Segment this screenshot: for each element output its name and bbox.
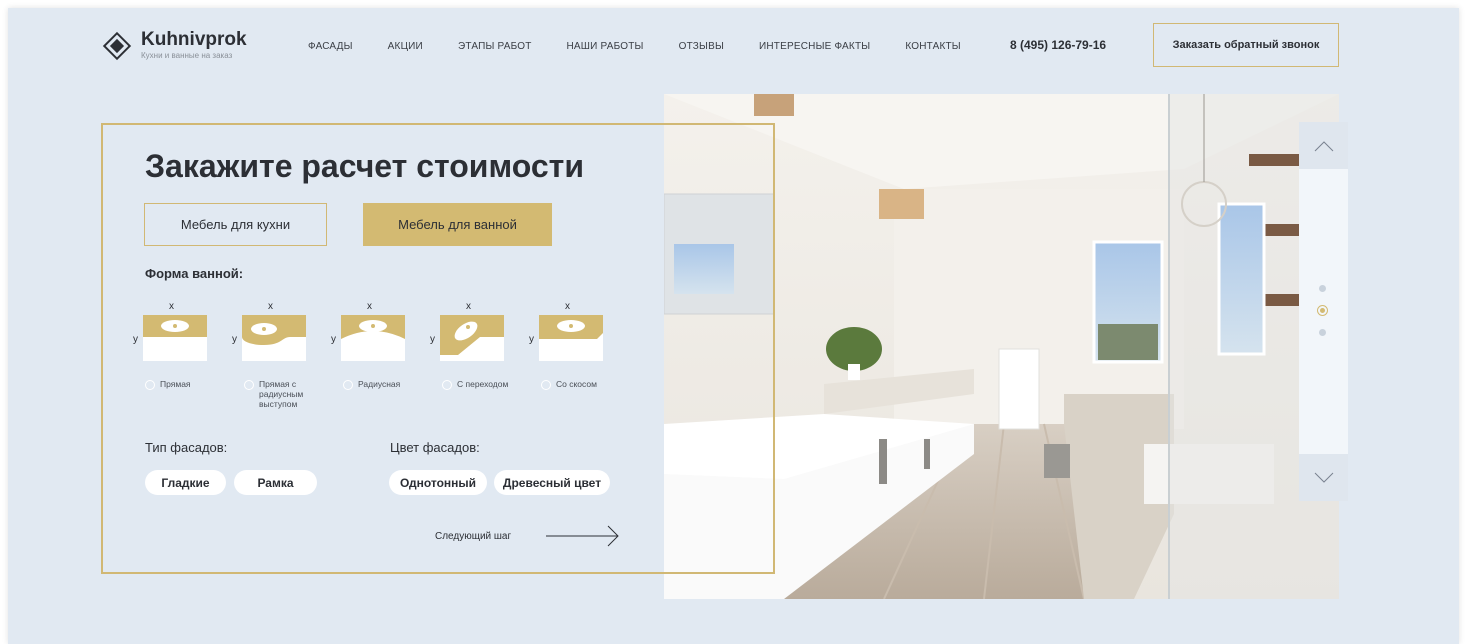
shape-option-label: Радиусная (358, 379, 401, 389)
shape-option-transition[interactable]: С переходом (442, 379, 527, 390)
facade-color-label: Цвет фасадов: (390, 440, 480, 455)
slider-dot[interactable] (1319, 329, 1326, 336)
tab-bath-furniture[interactable]: Мебель для ванной (363, 203, 552, 246)
axis-x-label: x (268, 301, 273, 312)
axis-y-label: y (232, 334, 237, 345)
shape-label: Форма ванной: (145, 266, 244, 281)
radio-icon[interactable] (442, 380, 452, 390)
slider-up-button[interactable] (1299, 122, 1348, 169)
shape-option-label: С переходом (457, 379, 509, 389)
main-nav: ФАСАДЫ АКЦИИ ЭТАПЫ РАБОТ НАШИ РАБОТЫ ОТЗ… (308, 41, 996, 52)
chevron-down-icon (1314, 472, 1333, 483)
facade-color-solid-button[interactable]: Однотонный (389, 470, 487, 495)
axis-x-label: x (466, 301, 471, 312)
slider-down-button[interactable] (1299, 454, 1348, 501)
arrow-right-icon[interactable] (546, 525, 620, 547)
axis-x-label: x (169, 301, 174, 312)
nav-facades[interactable]: ФАСАДЫ (308, 41, 353, 52)
nav-reviews[interactable]: ОТЗЫВЫ (679, 41, 724, 52)
slider-dot-active[interactable] (1317, 305, 1328, 316)
logo-subtitle: Кухни и ванные на заказ (141, 51, 233, 60)
nav-contacts[interactable]: КОНТАКТЫ (905, 41, 961, 52)
axis-y-label: y (331, 334, 336, 345)
phone-number[interactable]: 8 (495) 126-79-16 (1010, 38, 1106, 52)
form-title: Закажите расчет стоимости (145, 148, 584, 184)
facade-type-label: Тип фасадов: (145, 440, 228, 455)
axis-y-label: y (529, 334, 534, 345)
nav-promotions[interactable]: АКЦИИ (388, 41, 423, 52)
shape-option-radius-protrusion[interactable]: Прямая с радиусным выступом (244, 379, 315, 409)
shape-option-label: Прямая (160, 379, 191, 389)
facade-type-frame-button[interactable]: Рамка (234, 470, 317, 495)
radio-icon[interactable] (541, 380, 551, 390)
logo[interactable]: Kuhnivprok Кухни и ванные на заказ (102, 29, 247, 62)
shape-option-label: Прямая с радиусным выступом (259, 379, 304, 409)
axis-y-label: y (133, 334, 138, 345)
nav-interesting-facts[interactable]: ИНТЕРЕСНЫЕ ФАКТЫ (759, 41, 870, 52)
shape-option-straight[interactable]: Прямая (145, 379, 220, 390)
shape-option-label: Со скосом (556, 379, 597, 389)
axis-x-label: x (565, 301, 570, 312)
radio-icon[interactable] (145, 380, 155, 390)
page: Kuhnivprok Кухни и ванные на заказ ФАСАД… (8, 8, 1459, 644)
next-step-link[interactable]: Следующий шаг (435, 531, 511, 542)
chevron-up-icon (1314, 140, 1333, 151)
slider-nav (1299, 122, 1348, 501)
facade-color-wood-button[interactable]: Древесный цвет (494, 470, 610, 495)
radio-icon[interactable] (244, 380, 254, 390)
tab-kitchen-furniture[interactable]: Мебель для кухни (144, 203, 327, 246)
facade-type-smooth-button[interactable]: Гладкие (145, 470, 226, 495)
nav-our-works[interactable]: НАШИ РАБОТЫ (567, 41, 644, 52)
diamond-logo-icon (102, 31, 132, 61)
logo-title: Kuhnivprok (141, 29, 247, 50)
shape-option-radius[interactable]: Радиусная (343, 379, 428, 390)
radio-icon[interactable] (343, 380, 353, 390)
slider-dot[interactable] (1319, 285, 1326, 292)
shape-option-bevel[interactable]: Со скосом (541, 379, 626, 390)
axis-y-label: y (430, 334, 435, 345)
axis-x-label: x (367, 301, 372, 312)
callback-button[interactable]: Заказать обратный звонок (1153, 23, 1339, 67)
nav-work-stages[interactable]: ЭТАПЫ РАБОТ (458, 41, 532, 52)
